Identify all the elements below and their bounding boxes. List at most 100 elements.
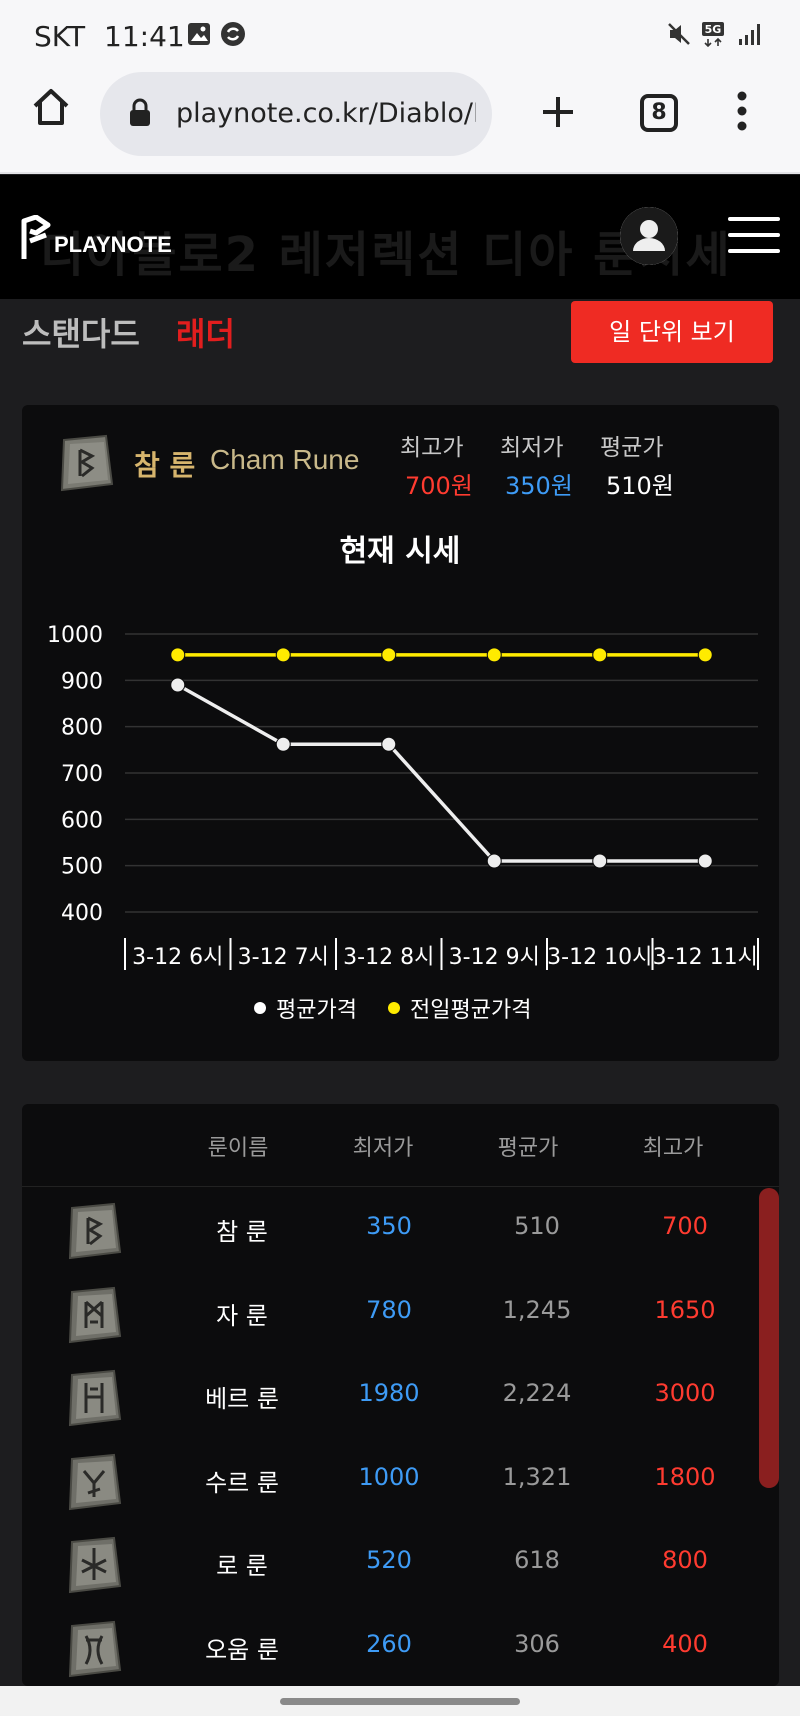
min-price-cell: 780 [366, 1295, 412, 1324]
logo-text: PLAYNOTE [54, 232, 172, 257]
tab-ladder[interactable]: 래더 [176, 309, 235, 355]
home-icon[interactable] [30, 86, 72, 128]
rune-name-korean: 참 룬 [134, 449, 196, 482]
max-price-cell: 3000 [654, 1379, 716, 1407]
legend-item-avg: 평균가격 [254, 992, 357, 1024]
cham-rune-icon [68, 1202, 122, 1260]
browser-toolbar: playnote.co.kr/Diablo/Ru 8 [0, 64, 800, 174]
avg-price-cell: 1,321 [502, 1462, 572, 1491]
lo-rune-icon [68, 1536, 122, 1594]
legend-dot-prev-avg [388, 1002, 400, 1014]
y-tick-label: 500 [61, 855, 103, 880]
y-tick-label: 400 [61, 901, 103, 926]
header-divider [22, 1186, 779, 1187]
series-point-0 [381, 736, 397, 752]
series-point-1 [275, 647, 291, 663]
max-price-cell: 1650 [654, 1295, 716, 1324]
avg-price-cell: 306 [514, 1629, 560, 1658]
tab-switcher-button[interactable]: 8 [640, 94, 678, 132]
sur-rune-icon [68, 1453, 122, 1510]
y-tick-label: 700 [61, 762, 103, 787]
table-row[interactable]: 오움 룬 260 306 400 [22, 1608, 757, 1692]
min-price-cell: 260 [366, 1629, 412, 1658]
signal-icon [739, 24, 760, 45]
lock-icon [130, 98, 150, 126]
table-row[interactable]: 로 룬 520 618 800 [22, 1524, 757, 1608]
address-bar[interactable]: playnote.co.kr/Diablo/Ru [100, 72, 492, 156]
x-tick-label: 3-12 7시 [238, 945, 329, 970]
sync-icon [221, 22, 245, 46]
max-price-label: 최고가 [400, 435, 464, 461]
series-point-0 [592, 853, 608, 869]
user-icon [620, 207, 678, 265]
user-avatar-button[interactable] [620, 207, 678, 265]
hamburger-menu-icon[interactable] [728, 217, 780, 253]
series-point-1 [697, 647, 713, 663]
header-min-price: 최저가 [352, 1136, 414, 1161]
series-point-0 [486, 853, 502, 869]
avg-price-cell: 618 [514, 1546, 560, 1574]
legend-item-prev-avg: 전일평균가격 [388, 992, 531, 1024]
table-scrollbar[interactable] [759, 1188, 779, 1488]
table-row[interactable]: 수르 룬 1000 1,321 1800 [22, 1441, 757, 1525]
y-tick-label: 1000 [47, 623, 103, 648]
site-header: 디아블로2 레저렉션 디아 룬시세 PLAYNOTE [0, 175, 800, 299]
daily-view-button[interactable]: 일 단위 보기 [571, 301, 773, 363]
min-price-label: 최저가 [500, 435, 564, 461]
x-tick-label: 3-12 9시 [449, 945, 540, 970]
zod-rune-icon [68, 1286, 122, 1343]
rune-name-cell: 오움 룬 [205, 1635, 279, 1664]
cham-rune-icon [60, 434, 114, 492]
series-point-0 [697, 853, 713, 869]
playnote-logo[interactable]: PLAYNOTE [20, 213, 172, 263]
table-row[interactable]: 베르 룬 1980 2,224 3000 [22, 1357, 757, 1441]
min-price-cell: 1000 [358, 1462, 420, 1491]
network-type-label: 5G [705, 23, 722, 36]
y-tick-label: 800 [61, 716, 103, 741]
avg-price-label: 평균가 [600, 435, 664, 461]
header-rune-name: 룬이름 [207, 1136, 269, 1161]
min-price-cell: 520 [366, 1546, 412, 1574]
rune-name-cell: 수르 룬 [205, 1468, 279, 1497]
y-tick-label: 600 [61, 808, 103, 833]
status-bar: SKT 11:41 5G [0, 0, 800, 64]
avg-price-cell: 1,245 [502, 1295, 572, 1324]
more-menu-icon[interactable] [728, 88, 756, 134]
legend-label-prev-avg: 전일평균가격 [410, 998, 532, 1023]
series-point-0 [275, 736, 291, 752]
rune-name-cell: 베르 룬 [205, 1385, 279, 1413]
rune-name-cell: 참 룬 [216, 1218, 268, 1246]
playnote-logo-icon [21, 215, 51, 259]
max-price-value: 700원 [405, 472, 473, 500]
max-price-cell: 700 [662, 1212, 708, 1240]
series-point-1 [381, 647, 397, 663]
min-price-cell: 1980 [358, 1379, 420, 1407]
series-point-0 [170, 677, 186, 693]
max-price-cell: 800 [662, 1546, 708, 1574]
clock: 11:41 [104, 20, 185, 53]
x-tick-label: 3-12 11시 [653, 945, 758, 970]
chart-title: 현재 시세 [339, 534, 461, 569]
legend-dot-avg [254, 1002, 266, 1014]
price-line-chart: 400 500 600 700 800 900 1000 3-12 6시 3-12 7시 3-12… [47, 623, 759, 970]
table-row[interactable]: 참 룬 350 510 700 [22, 1190, 757, 1274]
series-point-1 [170, 647, 186, 663]
gesture-bar [0, 1686, 800, 1716]
header-avg-price: 평균가 [497, 1136, 559, 1161]
mute-icon [668, 23, 690, 45]
home-gesture-handle[interactable] [280, 1698, 520, 1705]
max-price-cell: 400 [662, 1629, 708, 1658]
series-point-1 [592, 647, 608, 663]
rune-name-cell: 자 룬 [216, 1301, 268, 1330]
network-5g-icon: 5G [702, 22, 724, 47]
tab-standard[interactable]: 스탠다드 [22, 309, 140, 355]
rune-name-cell: 로 룬 [216, 1552, 268, 1580]
legend-label-avg: 평균가격 [276, 998, 357, 1023]
series-point-1 [486, 647, 502, 663]
gallery-icon [188, 23, 210, 45]
avg-price-cell: 2,224 [502, 1379, 572, 1407]
new-tab-icon[interactable] [540, 94, 576, 130]
table-row[interactable]: 자 룬 780 1,245 1650 [22, 1274, 757, 1358]
avg-price-value: 510원 [606, 472, 674, 500]
x-tick-label: 3-12 6시 [132, 945, 223, 970]
